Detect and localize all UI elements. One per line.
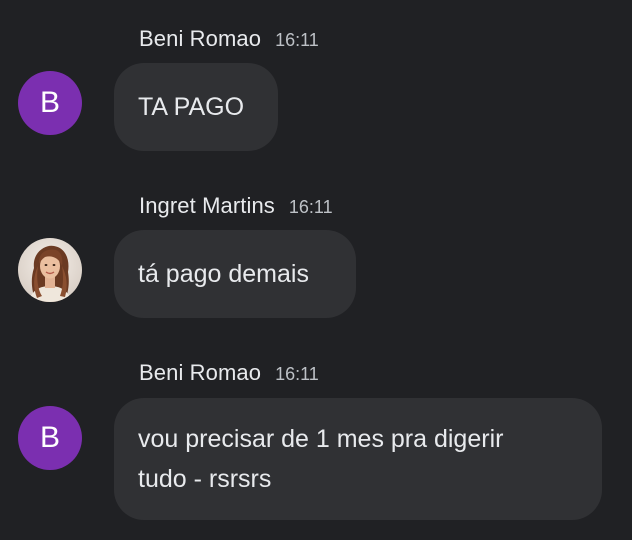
message-header: Ingret Martins 16:11	[139, 193, 333, 223]
avatar[interactable]: B	[18, 406, 82, 470]
avatar[interactable]: B	[18, 71, 82, 135]
message-time: 16:11	[275, 30, 319, 50]
message-text-line: vou precisar de 1 mes pra digerir	[138, 425, 504, 453]
message-text: TA PAGO	[138, 93, 245, 121]
profile-photo-icon	[18, 238, 82, 302]
message-bubble[interactable]: tá pago demais	[114, 230, 356, 318]
sender-name[interactable]: Ingret Martins	[139, 193, 275, 219]
message-header: Beni Romao 16:11	[139, 26, 319, 56]
avatar-photo[interactable]	[18, 238, 82, 302]
message-bubble[interactable]: vou precisar de 1 mes pra digerir tudo -…	[114, 398, 602, 520]
avatar-initial: B	[39, 421, 60, 454]
message-time: 16:11	[275, 364, 319, 384]
message-text-line: tudo - rsrsrs	[138, 465, 272, 493]
sender-name[interactable]: Beni Romao	[139, 360, 261, 386]
message-text: tá pago demais	[138, 260, 309, 288]
message-bubble[interactable]: TA PAGO	[114, 63, 278, 151]
message-time: 16:11	[288, 197, 333, 217]
avatar-initial: B	[39, 86, 60, 119]
message-header: Beni Romao 16:11	[139, 360, 319, 390]
sender-name[interactable]: Beni Romao	[139, 26, 261, 52]
